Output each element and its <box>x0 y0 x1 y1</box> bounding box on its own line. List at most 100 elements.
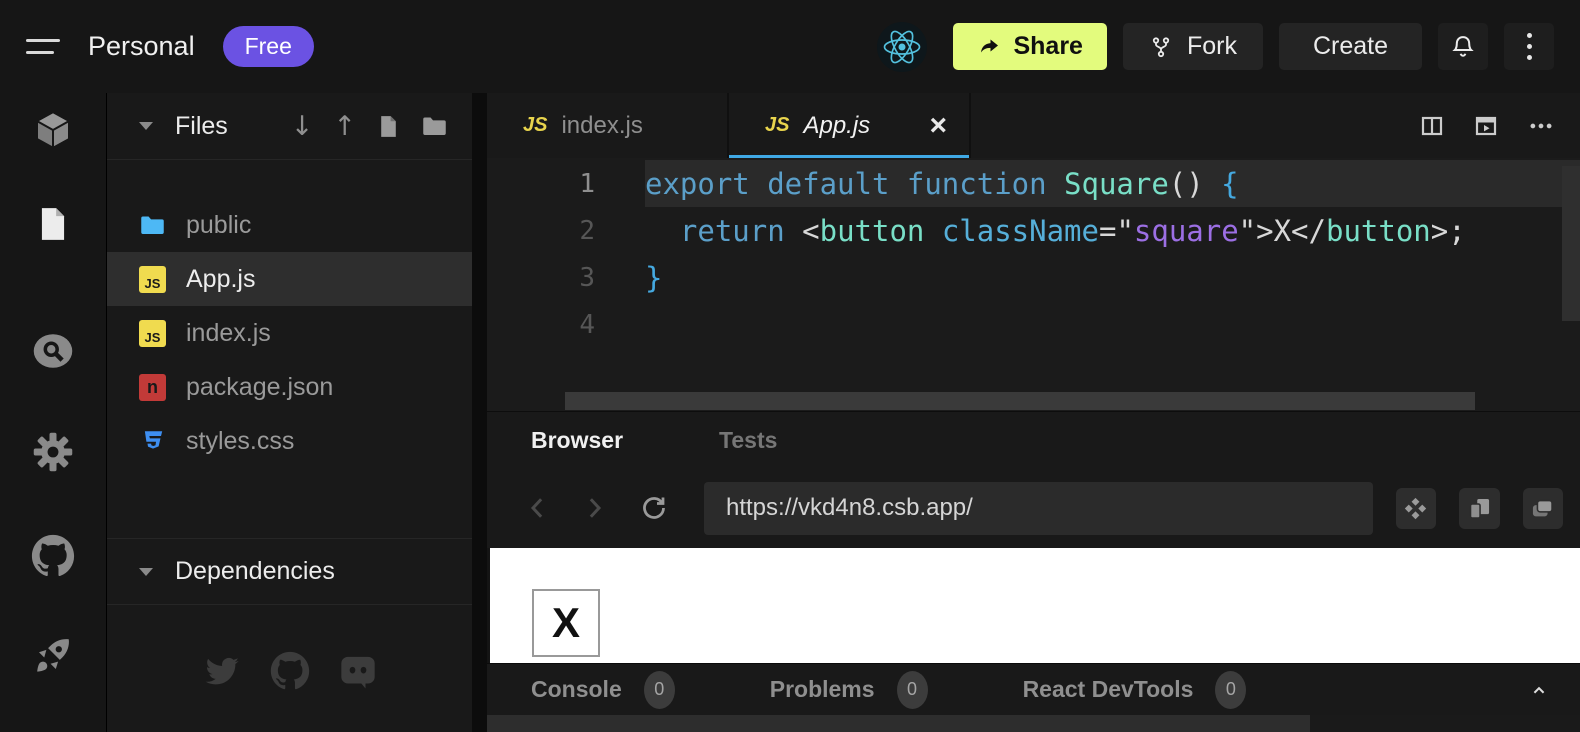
file-row-package-json[interactable]: n package.json <box>107 360 472 414</box>
editor-tab-bar: JS index.js JS App.js × <box>487 93 1580 158</box>
files-panel: Files ↓ ↑ public JS App.js JS <box>107 93 472 732</box>
twitter-icon[interactable] <box>202 651 242 696</box>
console-count-badge: 0 <box>644 671 675 709</box>
file-list: public JS App.js JS index.js n package.j… <box>107 198 472 468</box>
file-row-app-js[interactable]: JS App.js <box>107 252 472 306</box>
files-panel-header: Files ↓ ↑ <box>107 93 472 160</box>
vertical-scrollbar[interactable] <box>1562 166 1580 321</box>
code-line-4[interactable]: 4 <box>487 301 1580 348</box>
code-editor[interactable]: 1 export default function Square() { 2 r… <box>487 158 1580 411</box>
back-icon[interactable] <box>523 493 553 523</box>
github-link-icon[interactable] <box>270 651 310 696</box>
create-button[interactable]: Create <box>1279 23 1422 70</box>
files-panel-actions: ↓ ↑ <box>291 111 448 142</box>
problems-tab[interactable]: Problems 0 <box>770 671 928 709</box>
sandbox-cube-icon[interactable] <box>30 107 76 153</box>
url-input[interactable] <box>704 482 1373 535</box>
code-text: export default function Square() { <box>645 160 1580 207</box>
top-bar-right: Share Fork Create <box>877 22 1554 72</box>
js-tab-icon: JS <box>523 114 547 137</box>
code-line-1[interactable]: 1 export default function Square() { <box>487 160 1580 207</box>
dependencies-header[interactable]: Dependencies <box>107 538 472 605</box>
discord-icon[interactable] <box>338 651 378 696</box>
menu-icon[interactable] <box>26 39 60 54</box>
top-bar: Personal Free Share Fork Create <box>0 0 1580 93</box>
browser-nav-bar <box>487 468 1580 548</box>
file-row-public[interactable]: public <box>107 198 472 252</box>
share-label: Share <box>1013 32 1082 61</box>
line-number: 3 <box>487 254 645 301</box>
code-lines: 1 export default function Square() { 2 r… <box>487 158 1580 348</box>
preview-window-icon[interactable] <box>1474 114 1498 138</box>
upload-icon[interactable]: ↑ <box>333 111 356 142</box>
share-arrow-icon <box>977 35 1001 59</box>
fork-icon <box>1149 35 1173 59</box>
file-row-index-js[interactable]: JS index.js <box>107 306 472 360</box>
new-file-icon[interactable] <box>376 114 401 139</box>
line-number: 1 <box>487 160 645 207</box>
notifications-button[interactable] <box>1438 23 1488 70</box>
file-name: styles.css <box>186 427 294 456</box>
file-name: App.js <box>186 265 255 294</box>
file-row-styles-css[interactable]: styles.css <box>107 414 472 468</box>
file-name: index.js <box>186 319 271 348</box>
tab-label: index.js <box>561 112 642 140</box>
responsive-mode-icon[interactable] <box>1396 488 1436 529</box>
explorer-file-icon[interactable] <box>30 201 76 247</box>
settings-gear-icon[interactable] <box>30 429 76 475</box>
forward-icon[interactable] <box>579 493 609 523</box>
code-line-2[interactable]: 2 return <button className="square">X</b… <box>487 207 1580 254</box>
download-icon[interactable]: ↓ <box>291 111 314 142</box>
code-text: } <box>645 254 1580 301</box>
split-view-icon[interactable] <box>1420 114 1444 138</box>
expand-devtools-icon[interactable] <box>1528 679 1550 701</box>
more-menu-button[interactable] <box>1504 23 1554 70</box>
react-devtools-count-badge: 0 <box>1215 671 1246 709</box>
code-text <box>645 301 1580 348</box>
line-number: 4 <box>487 301 645 348</box>
problems-count-badge: 0 <box>897 671 928 709</box>
open-preview-window-icon[interactable] <box>1459 488 1499 529</box>
tab-app-js[interactable]: JS App.js × <box>729 93 971 158</box>
fork-button[interactable]: Fork <box>1123 23 1263 70</box>
browser-preview: X <box>487 548 1580 663</box>
react-logo-icon <box>877 22 927 72</box>
workspace-button[interactable]: Personal <box>88 31 195 62</box>
console-label: Console <box>531 676 622 703</box>
search-icon[interactable] <box>30 328 76 374</box>
tab-browser[interactable]: Browser <box>531 427 623 454</box>
github-icon[interactable] <box>30 533 76 579</box>
js-file-icon: JS <box>139 320 166 347</box>
kebab-menu-icon <box>1527 33 1532 60</box>
js-tab-icon: JS <box>765 114 789 137</box>
bell-icon <box>1449 33 1477 61</box>
code-line-3[interactable]: 3 } <box>487 254 1580 301</box>
bottom-scrollbar-thumb[interactable] <box>487 715 1310 732</box>
browser-tab-bar: Browser Tests <box>487 411 1580 468</box>
close-tab-icon[interactable]: × <box>929 111 947 141</box>
square-button[interactable]: X <box>532 589 600 657</box>
activity-bar <box>0 93 107 732</box>
chevron-down-icon[interactable] <box>139 122 153 130</box>
refresh-icon[interactable] <box>639 493 669 523</box>
plan-badge: Free <box>223 26 314 67</box>
tab-tests[interactable]: Tests <box>719 427 777 454</box>
more-options-icon[interactable] <box>1528 113 1554 139</box>
editor-actions <box>1420 93 1580 158</box>
file-name: public <box>186 211 251 240</box>
duplicate-preview-icon[interactable] <box>1523 488 1563 529</box>
react-devtools-tab[interactable]: React DevTools 0 <box>1023 671 1247 709</box>
codesandbox-app: Personal Free Share Fork Create <box>0 0 1580 732</box>
tab-index-js[interactable]: JS index.js <box>487 93 729 158</box>
new-folder-icon[interactable] <box>421 113 448 140</box>
console-tab[interactable]: Console 0 <box>531 671 675 709</box>
share-button[interactable]: Share <box>953 23 1106 70</box>
horizontal-scrollbar[interactable] <box>565 392 1475 410</box>
folder-icon <box>139 212 166 239</box>
dependencies-title: Dependencies <box>175 557 335 586</box>
fork-label: Fork <box>1187 32 1237 61</box>
browser-panel: Browser Tests X <box>487 411 1580 663</box>
social-links <box>107 605 472 732</box>
panel-resizer[interactable] <box>472 93 487 732</box>
deploy-rocket-icon[interactable] <box>30 632 76 678</box>
